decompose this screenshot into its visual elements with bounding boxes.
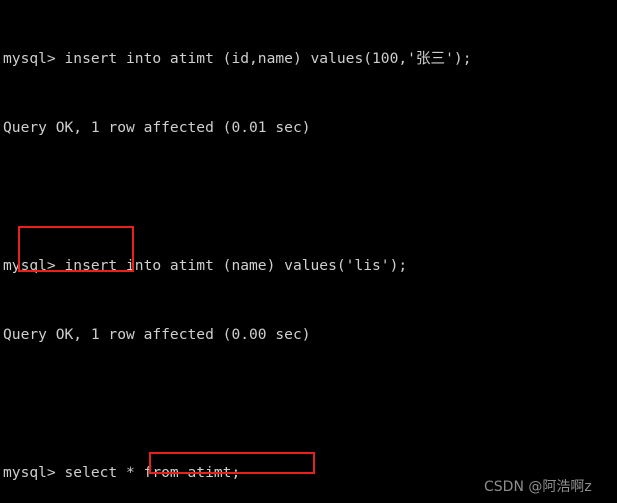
terminal-output: mysql> insert into atimt (id,name) value…: [3, 1, 615, 503]
terminal-line: mysql> insert into atimt (name) values('…: [3, 257, 408, 274]
terminal-line: Query OK, 1 row affected (0.00 sec): [3, 326, 311, 343]
terminal-line: mysql> insert into atimt (id,name) value…: [3, 50, 472, 67]
watermark-label: CSDN @阿浩啊z: [484, 479, 592, 495]
terminal-window: mysql> insert into atimt (id,name) value…: [0, 0, 617, 503]
terminal-line: Query OK, 1 row affected (0.01 sec): [3, 119, 311, 136]
